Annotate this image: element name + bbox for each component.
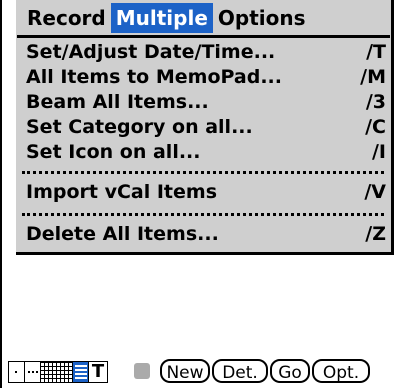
menu-item-label: Beam All Items... (26, 91, 209, 113)
menu-separator (22, 171, 384, 174)
menu-item-shortcut: ∕3 (365, 91, 386, 113)
dot-view-icon[interactable] (9, 362, 25, 382)
menu-item-shortcut: ∕V (364, 181, 386, 203)
menu-item-set-category-on-all[interactable]: Set Category on all... ∕C (26, 115, 388, 140)
details-button[interactable]: Det. (212, 359, 268, 383)
menu-multiple[interactable]: Multiple (110, 3, 213, 33)
menu-item-shortcut: ∕I (371, 141, 386, 163)
new-button[interactable]: New (160, 359, 210, 383)
menu-item-list-group-2: Import vCal Items ∕V (26, 180, 388, 205)
menu-item-label: Delete All Items... (26, 223, 219, 245)
bottom-toolbar: T New Det. Go Opt. (0, 356, 399, 386)
menu-item-set-adjust-date-time[interactable]: Set/Adjust Date/Time... ∕T (26, 40, 388, 65)
menu-item-shortcut: ∕T (366, 41, 386, 63)
grid-view-icon[interactable] (41, 362, 57, 382)
menu-item-label: Set Icon on all... (26, 141, 201, 163)
menu-item-label: Set Category on all... (26, 116, 253, 138)
menu-options[interactable]: Options (213, 3, 311, 33)
menu-item-list-group-3: Delete All Items... ∕Z (26, 222, 388, 247)
menu-bar-divider (17, 35, 390, 38)
menu-item-label: All Items to MemoPad... (26, 66, 282, 88)
text-view-icon[interactable]: T (89, 362, 107, 382)
menu-item-beam-all-items[interactable]: Beam All Items... ∕3 (26, 90, 388, 115)
menu-separator (22, 213, 384, 216)
category-indicator-icon (134, 363, 150, 379)
menu-item-shortcut: ∕M (360, 66, 386, 88)
menu-item-list: Set/Adjust Date/Time... ∕T All Items to … (26, 40, 388, 165)
menu-item-import-vcal-items[interactable]: Import vCal Items ∕V (26, 180, 388, 205)
menu-item-all-items-to-memopad[interactable]: All Items to MemoPad... ∕M (26, 65, 388, 90)
menu-item-shortcut: ∕C (365, 116, 386, 138)
menu-item-label: Set/Adjust Date/Time... (26, 41, 276, 63)
dash-view-icon[interactable] (25, 362, 41, 382)
go-button[interactable]: Go (270, 359, 310, 383)
menu-bar: Record Multiple Options (22, 2, 311, 34)
list-view-icon[interactable] (73, 362, 89, 382)
screen-edge (0, 0, 2, 388)
menu-item-label: Import vCal Items (26, 181, 218, 203)
menu-record[interactable]: Record (22, 3, 111, 33)
menu-item-delete-all-items[interactable]: Delete All Items... ∕Z (26, 222, 388, 247)
menu-item-shortcut: ∕Z (365, 223, 386, 245)
menu-item-set-icon-on-all[interactable]: Set Icon on all... ∕I (26, 140, 388, 165)
options-button[interactable]: Opt. (312, 359, 370, 383)
view-selector: T (8, 361, 108, 383)
dense-grid-view-icon[interactable] (57, 362, 73, 382)
